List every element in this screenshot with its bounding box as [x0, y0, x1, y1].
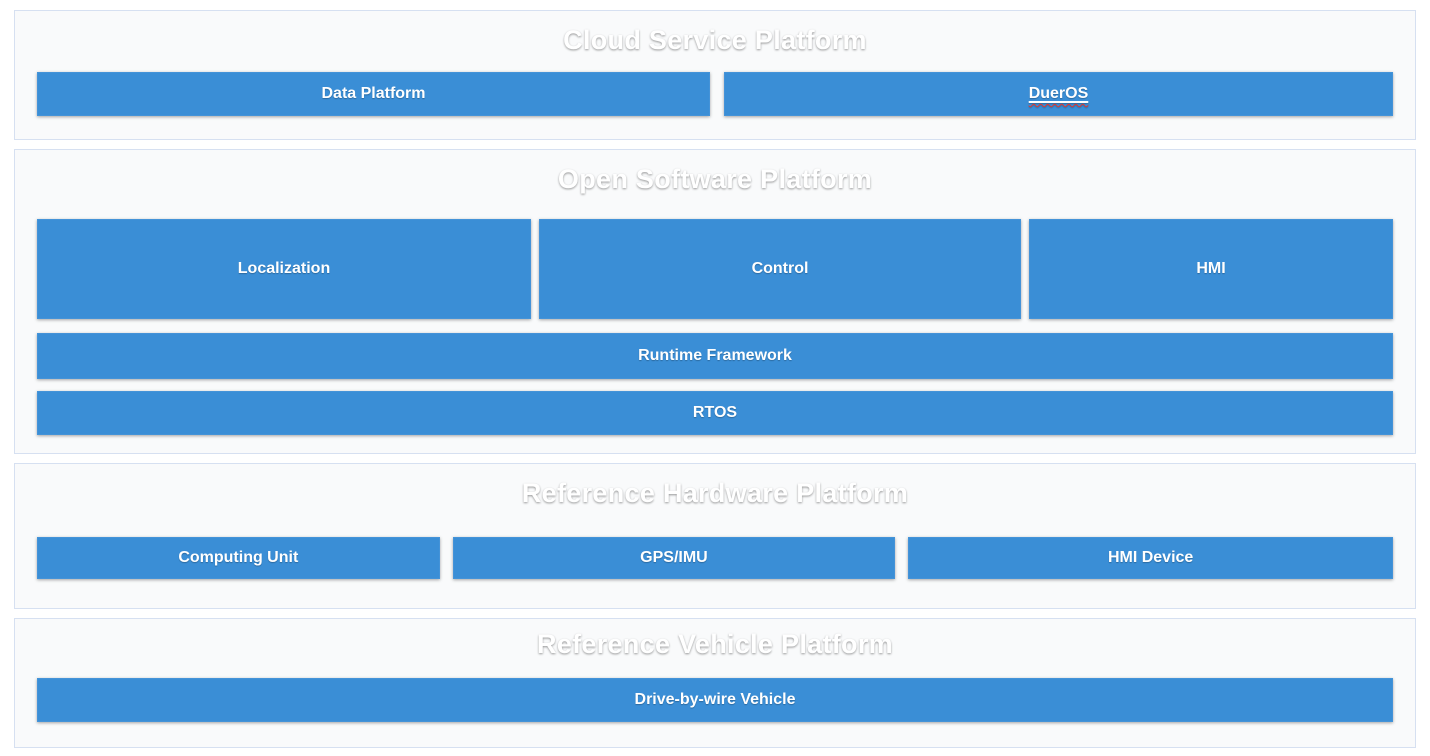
panel-reference-hardware-platform: Reference Hardware Platform Computing Un…	[14, 463, 1416, 609]
block-data-platform: Data Platform	[37, 72, 710, 116]
block-localization: Localization	[37, 219, 531, 319]
dueros-label: DuerOS	[1029, 85, 1089, 102]
hmi-device-label: HMI Device	[1108, 549, 1193, 567]
block-rtos: RTOS	[37, 391, 1393, 435]
block-runtime-framework: Runtime Framework	[37, 333, 1393, 379]
block-computing-unit: Computing Unit	[37, 537, 440, 579]
block-hmi-device: HMI Device	[908, 537, 1393, 579]
drive-by-wire-vehicle-label: Drive-by-wire Vehicle	[635, 691, 796, 709]
localization-label: Localization	[238, 260, 330, 278]
data-platform-label: Data Platform	[321, 85, 425, 103]
runtime-framework-label: Runtime Framework	[638, 347, 792, 365]
block-gps-imu: GPS/IMU	[453, 537, 896, 579]
panel-cloud-service-platform: Cloud Service Platform Data Platform Due…	[14, 10, 1416, 140]
dueros-link[interactable]: DuerOS	[1029, 85, 1089, 103]
cloud-service-platform-title: Cloud Service Platform	[37, 11, 1393, 56]
computing-unit-label: Computing Unit	[178, 549, 298, 567]
control-label: Control	[752, 260, 809, 278]
reference-vehicle-platform-title: Reference Vehicle Platform	[37, 619, 1393, 660]
gps-imu-label: GPS/IMU	[640, 549, 708, 567]
reference-hardware-platform-title: Reference Hardware Platform	[37, 464, 1393, 509]
block-control: Control	[539, 219, 1021, 319]
block-drive-by-wire-vehicle: Drive-by-wire Vehicle	[37, 678, 1393, 722]
rtos-label: RTOS	[693, 404, 737, 422]
software-modules-row: Localization Control HMI	[37, 219, 1393, 319]
panel-open-software-platform: Open Software Platform Localization Cont…	[14, 149, 1416, 454]
hmi-label: HMI	[1196, 260, 1225, 278]
block-dueros[interactable]: DuerOS	[724, 72, 1393, 116]
architecture-diagram: Cloud Service Platform Data Platform Due…	[0, 0, 1430, 756]
panel-reference-vehicle-platform: Reference Vehicle Platform Drive-by-wire…	[14, 618, 1416, 748]
open-software-platform-title: Open Software Platform	[37, 150, 1393, 195]
cloud-blocks-row: Data Platform DuerOS	[37, 72, 1393, 116]
block-hmi: HMI	[1029, 219, 1393, 319]
hardware-blocks-row: Computing Unit GPS/IMU HMI Device	[37, 537, 1393, 579]
